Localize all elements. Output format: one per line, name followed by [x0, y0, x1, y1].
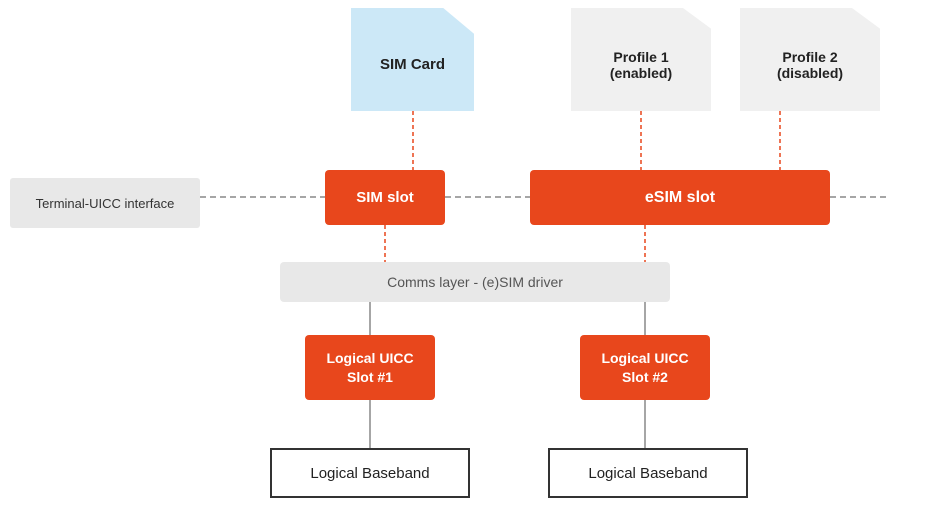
- logical-uicc-1-box: Logical UICCSlot #1: [305, 335, 435, 400]
- logical-uicc-2-box: Logical UICCSlot #2: [580, 335, 710, 400]
- logical-baseband-2-box: Logical Baseband: [548, 448, 748, 498]
- esim-slot-label: eSIM slot: [645, 189, 715, 207]
- terminal-uicc-label: Terminal-UICC interface: [36, 196, 175, 211]
- diagram-container: SIM Card Profile 1(enabled) Profile 2(di…: [0, 0, 935, 519]
- sim-card-box: SIM Card: [351, 8, 474, 111]
- logical-uicc-2-label: Logical UICCSlot #2: [601, 349, 688, 385]
- profile1-label: Profile 1(enabled): [610, 49, 672, 81]
- logical-baseband-2-label: Logical Baseband: [588, 465, 707, 482]
- logical-baseband-1-label: Logical Baseband: [310, 465, 429, 482]
- logical-uicc-1-label: Logical UICCSlot #1: [326, 349, 413, 385]
- profile2-box: Profile 2(disabled): [740, 8, 880, 111]
- comms-layer-box: Comms layer - (e)SIM driver: [280, 262, 670, 302]
- profile2-label: Profile 2(disabled): [777, 49, 843, 81]
- sim-card-label: SIM Card: [380, 56, 445, 73]
- sim-slot-box: SIM slot: [325, 170, 445, 225]
- comms-layer-label: Comms layer - (e)SIM driver: [387, 274, 563, 290]
- logical-baseband-1-box: Logical Baseband: [270, 448, 470, 498]
- profile1-box: Profile 1(enabled): [571, 8, 711, 111]
- terminal-uicc-box: Terminal-UICC interface: [10, 178, 200, 228]
- esim-slot-box: eSIM slot: [530, 170, 830, 225]
- sim-slot-label: SIM slot: [356, 189, 414, 206]
